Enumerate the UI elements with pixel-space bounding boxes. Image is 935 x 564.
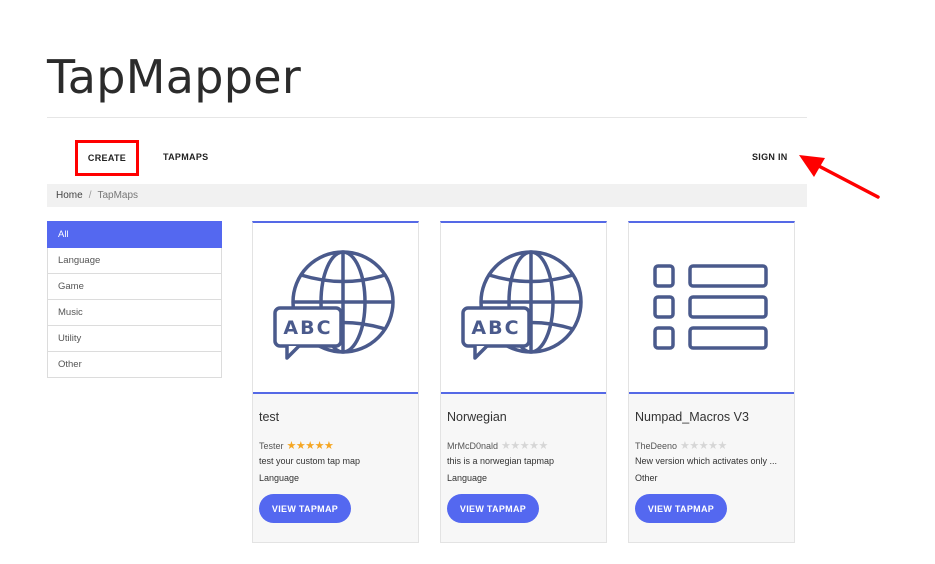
card-author-name: Tester [259,440,284,451]
card-image: ABC [441,223,606,394]
breadcrumb: Home / TapMaps [47,184,807,207]
nav-create-label: CREATE [87,153,127,163]
breadcrumb-current: TapMaps [97,190,139,201]
breadcrumb-separator: / [88,190,92,201]
svg-text:ABC: ABC [283,317,332,339]
card-description: this is a norwegian tapmap [447,456,555,466]
tapmap-card: Numpad_Macros V3 TheDeeno ★★★★★ New vers… [628,221,795,543]
view-tapmap-button[interactable]: VIEW TAPMAP [635,494,727,523]
view-tapmap-button[interactable]: VIEW TAPMAP [259,494,351,523]
title-divider [47,117,807,118]
red-arrow-icon [799,155,880,199]
tapmap-card: ABC Norwegian MrMcD0nald ★★★★★ this is a… [440,221,607,543]
rating-stars-icon: ★★★★★ [680,440,727,452]
globe-abc-icon: ABC [460,250,583,360]
rating-stars-icon: ★★★★★ [501,440,548,452]
category-item-utility[interactable]: Utility [47,326,222,352]
card-title: test [259,410,280,424]
category-item-music[interactable]: Music [47,300,222,326]
card-title: Numpad_Macros V3 [635,410,749,424]
list-icon [652,263,768,350]
category-item-other[interactable]: Other [47,352,222,378]
card-category: Other [635,473,658,483]
card-description: New version which activates only ... [635,456,778,466]
card-author: MrMcD0nald ★★★★★ [447,439,548,452]
category-item-game[interactable]: Game [47,274,222,300]
nav-signin-link[interactable]: SIGN IN [752,152,788,162]
nav-tapmaps-link[interactable]: TAPMAPS [163,152,208,162]
tapmap-card: ABC test Tester ★★★★★ test your custom t… [252,221,419,543]
breadcrumb-home-link[interactable]: Home [56,190,83,201]
card-author-name: MrMcD0nald [447,440,499,451]
category-item-all[interactable]: All [47,221,222,248]
globe-abc-icon: ABC [272,250,395,360]
card-description: test your custom tap map [259,456,361,466]
category-item-language[interactable]: Language [47,248,222,274]
card-category: Language [259,473,300,483]
page-title: TapMapper [47,50,302,104]
nav-create-link[interactable]: CREATE [75,140,139,176]
card-author-name: TheDeeno [635,440,678,451]
card-author: Tester ★★★★★ [259,439,334,452]
card-title: Norwegian [447,410,507,424]
card-author: TheDeeno ★★★★★ [635,439,727,452]
view-tapmap-button[interactable]: VIEW TAPMAP [447,494,539,523]
category-list: All Language Game Music Utility Other [47,221,222,378]
svg-text:ABC: ABC [471,317,520,339]
card-category: Language [447,473,488,483]
card-image [629,223,794,394]
card-image: ABC [253,223,418,394]
rating-stars-icon: ★★★★★ [286,440,334,452]
